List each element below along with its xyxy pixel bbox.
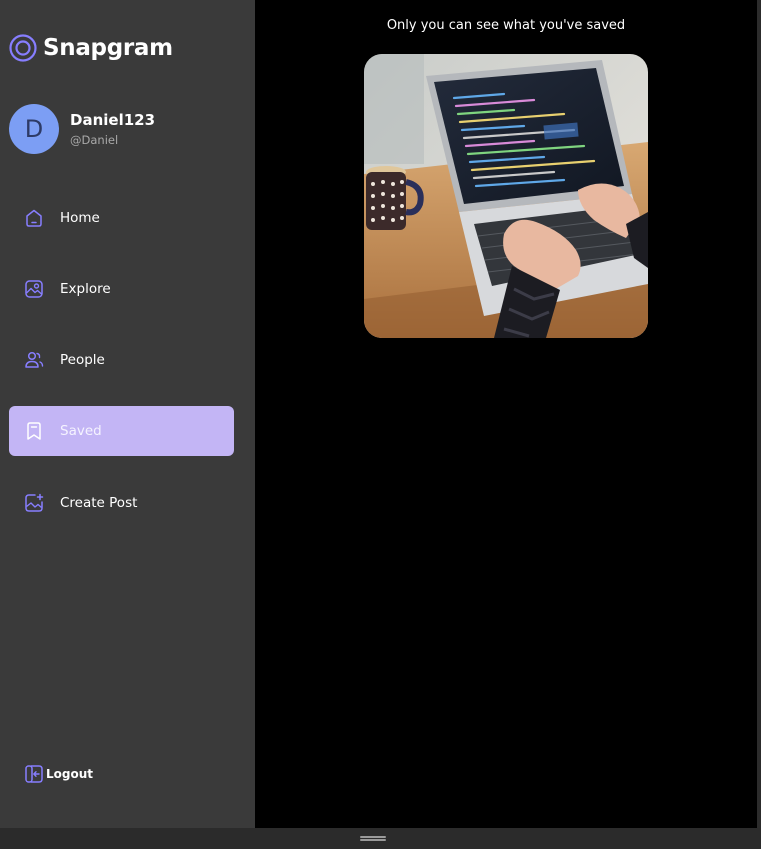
- app-name: Snapgram: [43, 35, 173, 61]
- create-post-icon: [25, 493, 44, 512]
- saved-page: Only you can see what you've saved: [255, 0, 757, 828]
- sidebar-item-home[interactable]: Home: [9, 193, 234, 243]
- people-icon: [25, 351, 44, 368]
- saved-post-card[interactable]: [364, 54, 648, 338]
- sidebar-item-explore[interactable]: Explore: [9, 264, 234, 314]
- saved-privacy-note: Only you can see what you've saved: [386, 18, 626, 33]
- sidebar-item-people[interactable]: People: [9, 335, 234, 385]
- logout-button[interactable]: Logout: [23, 763, 93, 785]
- window-edge: [757, 0, 761, 828]
- profile-text: Daniel123 @Daniel: [70, 111, 155, 147]
- app-logo[interactable]: Snapgram: [9, 34, 173, 62]
- avatar[interactable]: D: [9, 104, 59, 154]
- sidebar-item-label: Home: [60, 210, 100, 226]
- explore-icon: [25, 280, 43, 298]
- sidebar-item-label: Create Post: [60, 495, 138, 511]
- sidebar-item-label: Saved: [60, 423, 102, 439]
- laptop-coding-photo: [364, 54, 648, 338]
- sidebar-item-saved[interactable]: Saved: [9, 406, 234, 456]
- bookmark-icon: [27, 422, 41, 440]
- sidebar-item-create-post[interactable]: Create Post: [9, 478, 234, 528]
- sidebar-item-label: Explore: [60, 281, 111, 297]
- sidebar-item-label: People: [60, 352, 105, 368]
- profile-handle: @Daniel: [70, 133, 119, 147]
- profile-name: Daniel123: [70, 111, 156, 129]
- home-icon: [26, 209, 42, 227]
- bottom-bar: [0, 828, 761, 849]
- resize-handle-icon[interactable]: [360, 836, 386, 841]
- snapgram-logo-icon: [9, 34, 37, 62]
- logout-label: Logout: [46, 767, 94, 781]
- logout-icon: [25, 765, 43, 783]
- profile-card[interactable]: D Daniel123 @Daniel: [9, 104, 155, 154]
- sidebar: Snapgram D Daniel123 @Daniel Home Explor…: [0, 0, 255, 828]
